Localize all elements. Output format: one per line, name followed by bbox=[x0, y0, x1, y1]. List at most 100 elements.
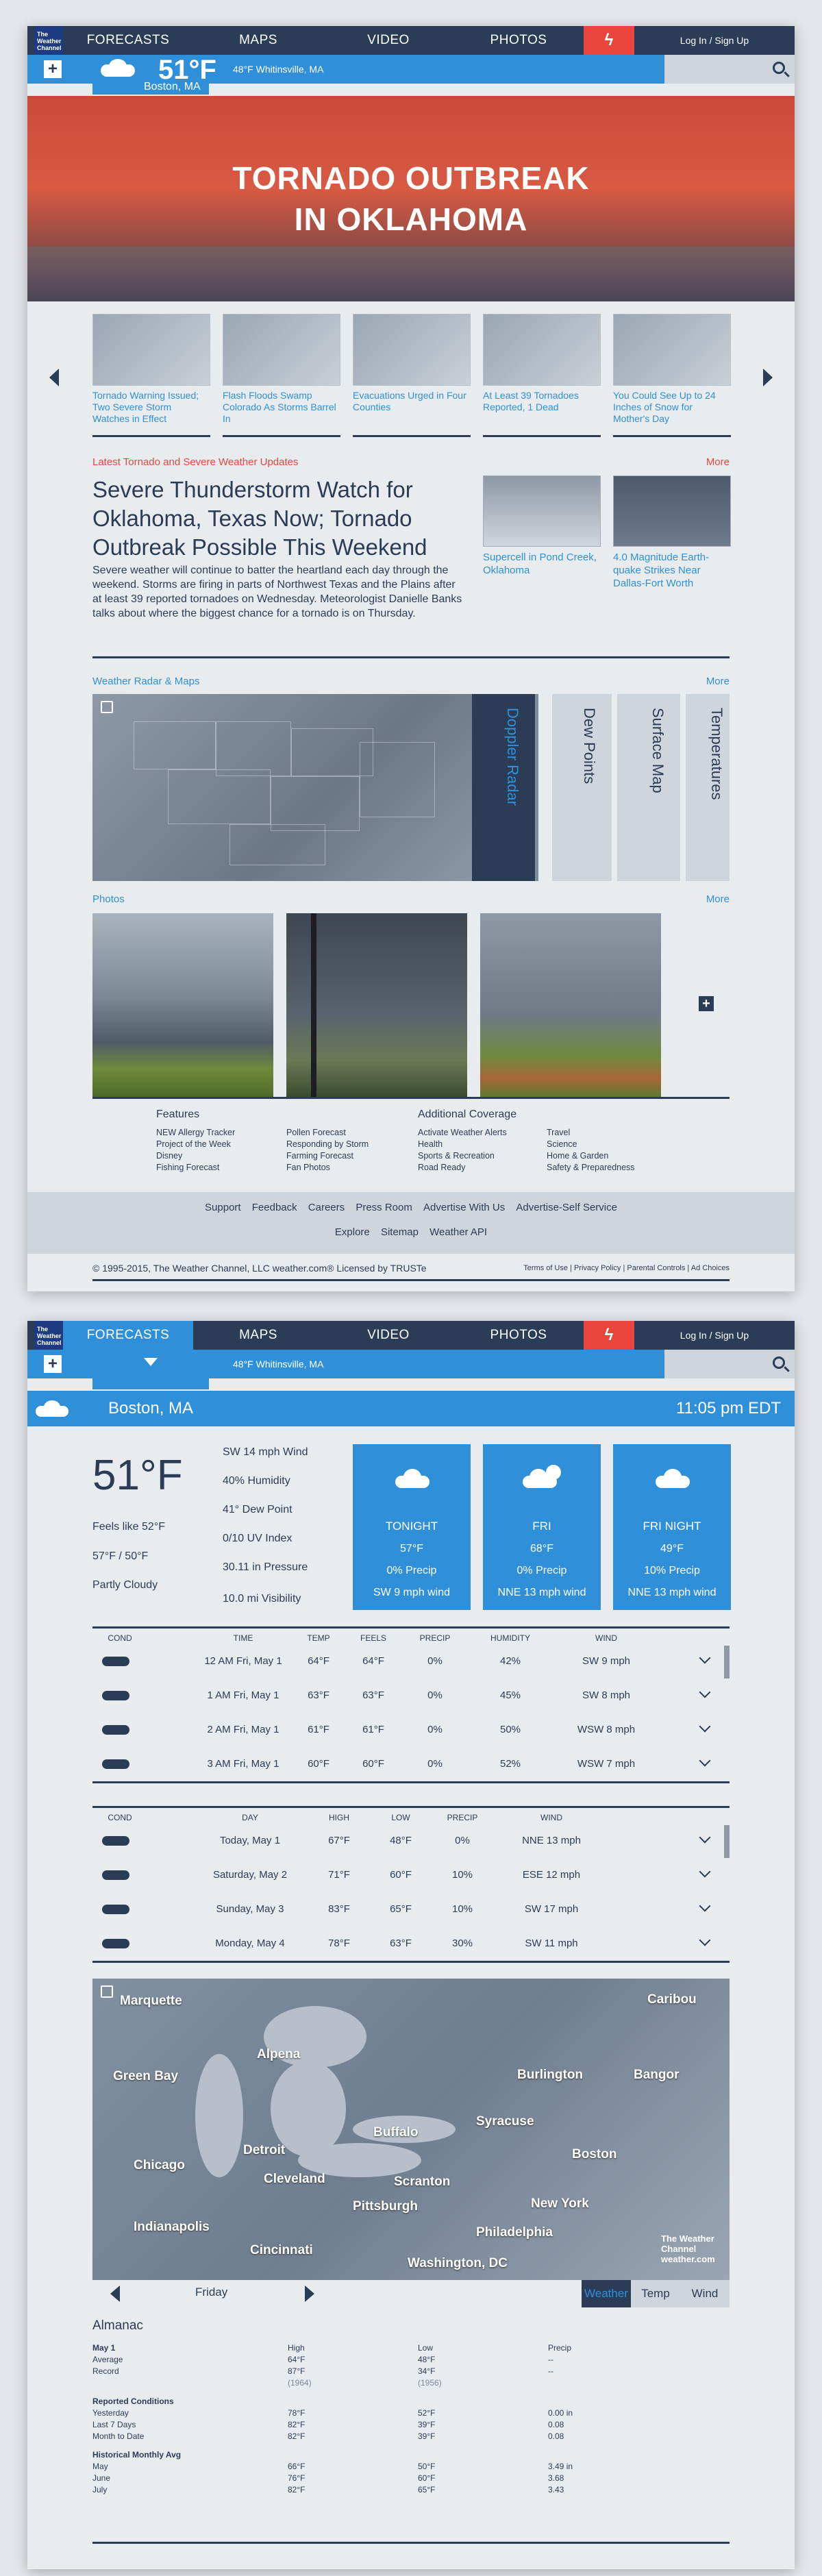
nav-photos[interactable]: PHOTOS bbox=[453, 1321, 584, 1350]
side-story[interactable]: 4.0 Magnitude Earth-quake Strikes Near D… bbox=[613, 475, 731, 590]
footer-link[interactable]: Press Room bbox=[356, 1202, 412, 1213]
footer-link[interactable]: Support bbox=[205, 1202, 241, 1213]
weather-map[interactable]: Marquette Alpena Green Bay Burlington Ba… bbox=[92, 1979, 730, 2280]
search-icon[interactable] bbox=[773, 62, 785, 74]
hourly-row[interactable]: 3 AM Fri, May 1 60°F 60°F 0% 52% WSW 7 mph bbox=[92, 1747, 730, 1781]
footer-link[interactable]: Explore bbox=[335, 1226, 370, 1238]
add-location-button[interactable]: + bbox=[44, 1355, 62, 1373]
story-caption[interactable]: Evacuations Urged in Four Counties bbox=[353, 390, 471, 434]
lightning-icon[interactable]: ϟ bbox=[584, 1321, 634, 1350]
map-next-arrow[interactable] bbox=[305, 2286, 314, 2302]
nav-video[interactable]: VIDEO bbox=[323, 26, 453, 55]
daily-row[interactable]: Monday, May 4 78°F 63°F 30% SW 11 mph bbox=[92, 1927, 730, 1961]
tab-doppler-radar[interactable]: Doppler Radar bbox=[472, 694, 535, 881]
daily-row[interactable]: Saturday, May 2 71°F 60°F 10% ESE 12 mph bbox=[92, 1858, 730, 1892]
search-box[interactable] bbox=[664, 55, 795, 84]
hourly-scrollbar[interactable] bbox=[724, 1646, 730, 1679]
lead-headline[interactable]: Severe Thunderstorm Watch for Oklahoma, … bbox=[92, 475, 462, 562]
story-thumb[interactable]: Flash Floods Swamp Colorado As Storms Ba… bbox=[223, 314, 340, 437]
feature-link[interactable]: Disney bbox=[156, 1150, 235, 1162]
fullscreen-icon[interactable] bbox=[101, 1985, 113, 1998]
forecast-card-fri[interactable]: FRI 68°F 0% Precip NNE 13 mph wind bbox=[483, 1444, 601, 1610]
nav-maps[interactable]: MAPS bbox=[193, 1321, 323, 1350]
map-prev-arrow[interactable] bbox=[110, 2286, 120, 2302]
story-thumb[interactable]: You Could See Up to 24 Inches of Snow fo… bbox=[613, 314, 731, 437]
carousel-next-arrow[interactable] bbox=[763, 369, 773, 386]
nav-video[interactable]: VIDEO bbox=[323, 1321, 453, 1350]
hourly-row[interactable]: 1 AM Fri, May 1 63°F 63°F 0% 45% SW 8 mph bbox=[92, 1679, 730, 1713]
hourly-row[interactable]: 12 AM Fri, May 1 64°F 64°F 0% 42% SW 9 mph bbox=[92, 1644, 730, 1679]
feature-link[interactable]: Pollen Forecast bbox=[286, 1127, 369, 1139]
latest-section-title[interactable]: Latest Tornado and Severe Weather Update… bbox=[92, 456, 298, 468]
daily-row[interactable]: Today, May 1 67°F 48°F 0% NNE 13 mph bbox=[92, 1824, 730, 1858]
feature-link[interactable]: Fishing Forecast bbox=[156, 1162, 235, 1174]
search-box[interactable] bbox=[664, 1350, 795, 1378]
current-weather-badge[interactable]: 51°F Boston, MA bbox=[92, 55, 216, 95]
hourly-row[interactable]: 2 AM Fri, May 1 61°F 61°F 0% 50% WSW 8 mph bbox=[92, 1713, 730, 1747]
footer-link[interactable]: Advertise-Self Service bbox=[516, 1202, 617, 1213]
feature-link[interactable]: Road Ready bbox=[418, 1162, 516, 1174]
feature-link[interactable]: Science bbox=[547, 1139, 635, 1150]
map-tab-wind[interactable]: Wind bbox=[680, 2280, 730, 2307]
tab-temperatures[interactable]: Temperatures bbox=[686, 694, 730, 881]
photos-more-link[interactable]: More bbox=[706, 893, 730, 905]
story-thumb[interactable]: Evacuations Urged in Four Counties bbox=[353, 314, 471, 437]
saved-location[interactable]: 48°F Whitinsville, MA bbox=[233, 1359, 323, 1370]
search-icon[interactable] bbox=[773, 1357, 785, 1369]
map-tab-temp[interactable]: Temp bbox=[631, 2280, 680, 2307]
story-thumb[interactable]: Tornado Warning Issued; Two Severe Storm… bbox=[92, 314, 210, 437]
feature-link[interactable]: Activate Weather Alerts bbox=[418, 1127, 516, 1139]
story-thumb[interactable]: At Least 39 Tornadoes Reported, 1 Dead bbox=[483, 314, 601, 437]
hero-banner[interactable]: TORNADO OUTBREAK IN OKLAHOMA bbox=[27, 96, 795, 301]
footer-link[interactable]: Advertise With Us bbox=[423, 1202, 505, 1213]
nav-photos[interactable]: PHOTOS bbox=[453, 26, 584, 55]
radar-section-title[interactable]: Weather Radar & Maps bbox=[92, 676, 199, 687]
feature-link[interactable]: NEW Allergy Tracker bbox=[156, 1127, 235, 1139]
feature-link[interactable]: Safety & Preparedness bbox=[547, 1162, 635, 1174]
story-caption[interactable]: You Could See Up to 24 Inches of Snow fo… bbox=[613, 390, 731, 434]
photos-section-title[interactable]: Photos bbox=[92, 893, 125, 905]
footer-link[interactable]: Sitemap bbox=[381, 1226, 419, 1238]
photo-storm-3[interactable] bbox=[480, 913, 661, 1097]
photos-expand-button[interactable]: + bbox=[699, 996, 714, 1011]
feature-link[interactable]: Farming Forecast bbox=[286, 1150, 369, 1162]
daily-scrollbar[interactable] bbox=[724, 1825, 730, 1858]
feature-link[interactable]: Travel bbox=[547, 1127, 635, 1139]
feature-link[interactable]: Home & Garden bbox=[547, 1150, 635, 1162]
photo-storm-2[interactable] bbox=[286, 913, 467, 1097]
chevron-down-icon[interactable] bbox=[92, 1350, 209, 1389]
feature-link[interactable]: Sports & Recreation bbox=[418, 1150, 516, 1162]
add-location-button[interactable]: + bbox=[44, 60, 62, 78]
daily-row[interactable]: Sunday, May 3 83°F 65°F 10% SW 17 mph bbox=[92, 1892, 730, 1927]
footer-link[interactable]: Careers bbox=[308, 1202, 345, 1213]
tab-dew-points[interactable]: Dew Points bbox=[549, 694, 612, 881]
forecast-card-tonight[interactable]: TONIGHT 57°F 0% Precip SW 9 mph wind bbox=[353, 1444, 471, 1610]
twc-logo[interactable]: The Weather Channel bbox=[34, 1321, 63, 1350]
nav-maps[interactable]: MAPS bbox=[193, 26, 323, 55]
footer-link[interactable]: Feedback bbox=[252, 1202, 297, 1213]
legal-links[interactable]: Terms of Use | Privacy Policy | Parental… bbox=[523, 1264, 730, 1272]
radar-more-link[interactable]: More bbox=[706, 676, 730, 687]
twc-logo[interactable]: The Weather Channel bbox=[34, 26, 63, 55]
login-link[interactable]: Log In / Sign Up bbox=[634, 1330, 795, 1341]
login-link[interactable]: Log In / Sign Up bbox=[634, 35, 795, 46]
feature-link[interactable]: Project of the Week bbox=[156, 1139, 235, 1150]
feature-link[interactable]: Responding by Storm bbox=[286, 1139, 369, 1150]
feature-link[interactable]: Fan Photos bbox=[286, 1162, 369, 1174]
nav-forecasts[interactable]: FORECASTS bbox=[63, 1321, 193, 1350]
map-tab-weather[interactable]: Weather bbox=[582, 2280, 631, 2307]
saved-location[interactable]: 48°F Whitinsville, MA bbox=[233, 64, 323, 75]
story-caption[interactable]: At Least 39 Tornadoes Reported, 1 Dead bbox=[483, 390, 601, 434]
nav-forecasts[interactable]: FORECASTS bbox=[63, 26, 193, 55]
radar-map[interactable] bbox=[92, 694, 472, 881]
lightning-icon[interactable]: ϟ bbox=[584, 26, 634, 55]
tab-surface-map[interactable]: Surface Map bbox=[617, 694, 680, 881]
side-story-caption[interactable]: Supercell in Pond Creek, Oklahoma bbox=[483, 551, 601, 577]
side-story-caption[interactable]: 4.0 Magnitude Earth-quake Strikes Near D… bbox=[613, 551, 731, 590]
story-caption[interactable]: Tornado Warning Issued; Two Severe Storm… bbox=[92, 390, 210, 434]
latest-more-link[interactable]: More bbox=[706, 456, 730, 468]
feature-link[interactable]: Health bbox=[418, 1139, 516, 1150]
forecast-card-fri-night[interactable]: FRI NIGHT 49°F 10% Precip NNE 13 mph win… bbox=[613, 1444, 731, 1610]
photo-storm-1[interactable] bbox=[92, 913, 273, 1097]
carousel-prev-arrow[interactable] bbox=[49, 369, 59, 386]
